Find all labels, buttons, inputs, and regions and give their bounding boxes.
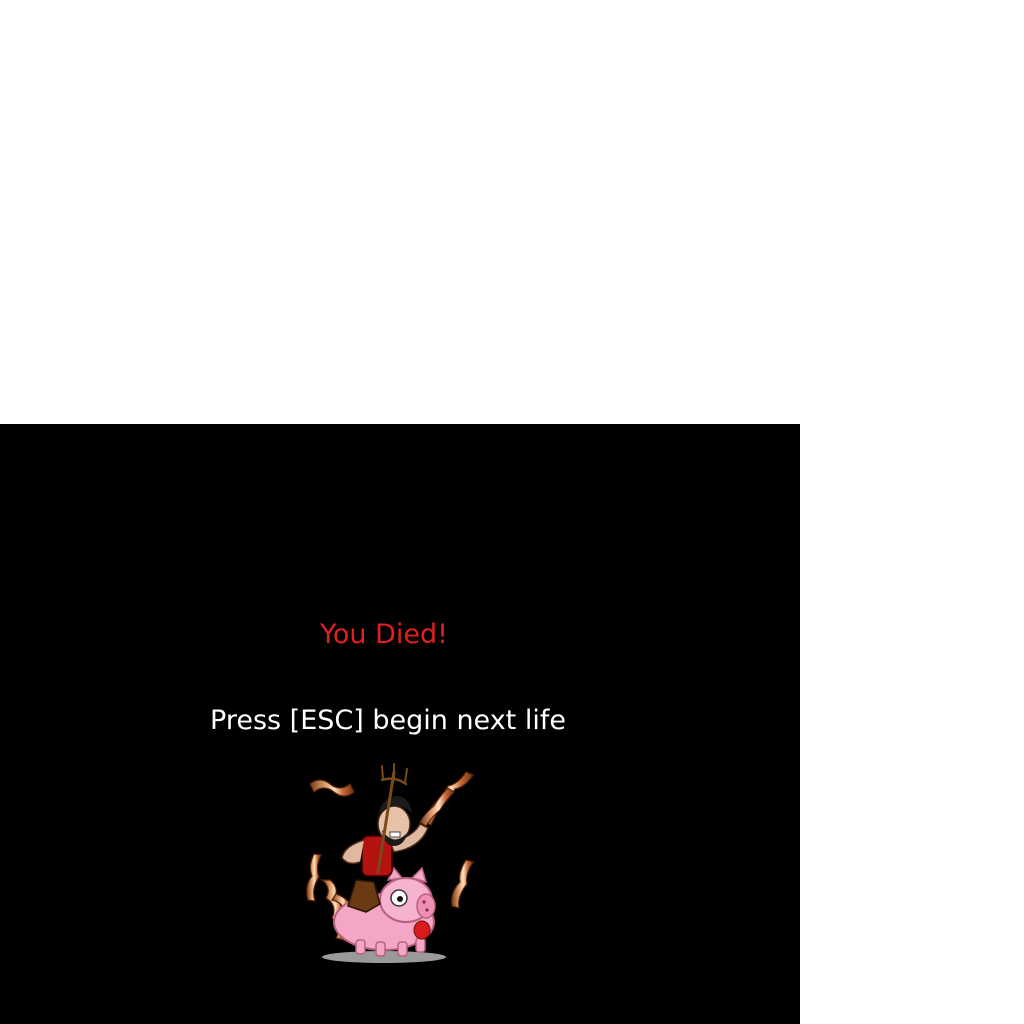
bacon-strip	[306, 853, 322, 902]
page: You Died! Press [ESC] begin next life	[0, 0, 1024, 1024]
pig-pupil	[397, 896, 403, 902]
pig	[333, 866, 436, 957]
rider-arm-left	[341, 839, 365, 865]
rider-legs	[347, 879, 381, 913]
bacon-pig-rider-icon	[306, 763, 474, 963]
restart-prompt: Press [ESC] begin next life	[210, 705, 566, 736]
you-died-title: You Died!	[320, 619, 448, 650]
rider-mouth	[389, 831, 401, 838]
bacon-strip	[309, 779, 355, 797]
game-screen[interactable]: You Died! Press [ESC] begin next life	[0, 424, 800, 1024]
pig-leg	[397, 941, 408, 957]
pig-snout	[416, 893, 436, 919]
rider-fist-bacon	[419, 787, 455, 827]
pig-leg	[415, 937, 426, 953]
pig-leg	[355, 939, 366, 955]
pig-mouth	[413, 920, 431, 940]
pig-leg	[375, 941, 386, 957]
bacon-strip	[451, 859, 474, 909]
